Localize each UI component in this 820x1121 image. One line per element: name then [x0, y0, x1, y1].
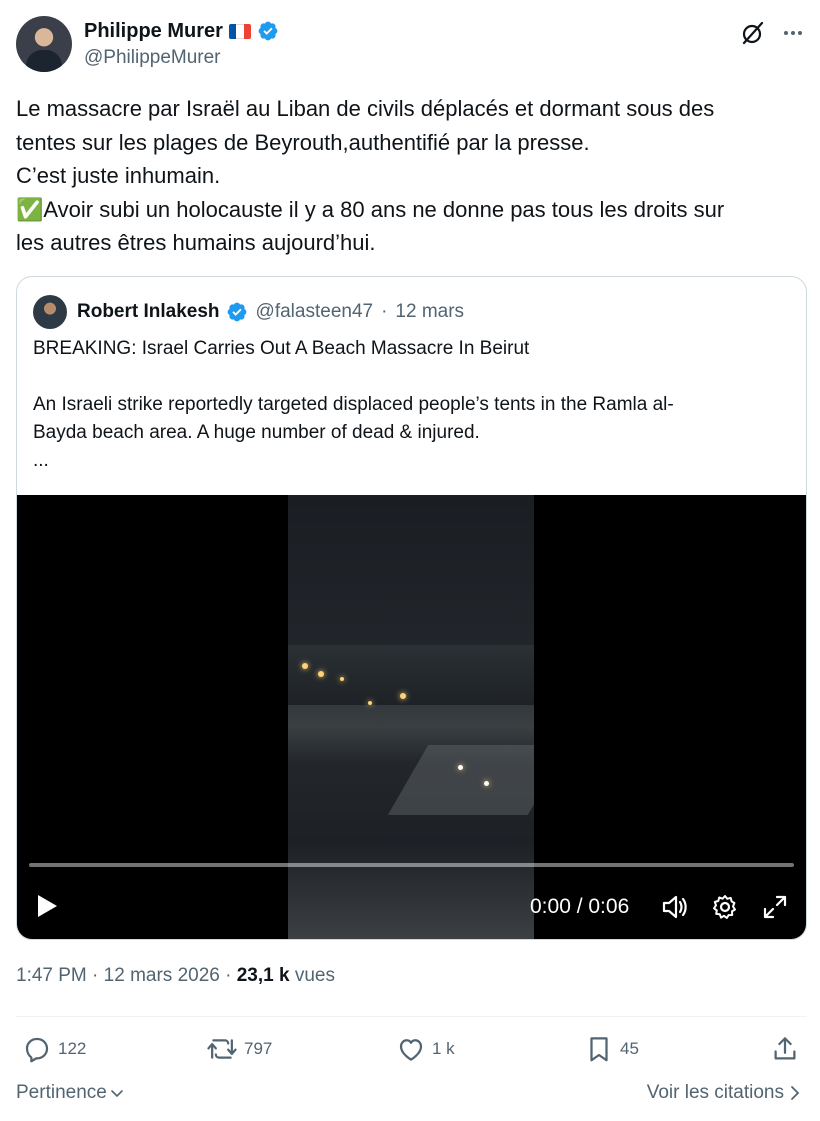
tweet-time[interactable]: 1:47 PM: [16, 965, 87, 986]
views-label: vues: [294, 965, 335, 986]
fullscreen-icon[interactable]: [761, 893, 789, 921]
share-icon: [774, 1037, 796, 1060]
action-bar: 122 797 1 k 45: [0, 1034, 820, 1066]
bookmark-count: 45: [620, 1039, 639, 1058]
quote-author-handle[interactable]: @falasteen47: [256, 301, 374, 323]
reply-button[interactable]: 122: [22, 1034, 86, 1064]
quote-separator: ·: [381, 301, 388, 322]
sort-label: Pertinence: [16, 1082, 107, 1103]
author-name[interactable]: Philippe Murer: [84, 20, 223, 43]
quoted-tweet[interactable]: Robert Inlakesh @falasteen47 · 12 mars B…: [16, 276, 807, 940]
heart-icon: [399, 1039, 423, 1061]
view-quotes-label: Voir les citations: [646, 1082, 784, 1103]
verified-badge-icon: [258, 21, 278, 41]
repost-count: 797: [244, 1039, 273, 1058]
video-player[interactable]: 0:00 / 0:06: [17, 495, 806, 939]
volume-icon[interactable]: [660, 893, 688, 921]
quote-avatar[interactable]: [33, 295, 67, 329]
meta-separator: ·: [92, 965, 99, 986]
verified-badge-icon: [227, 302, 246, 322]
like-button[interactable]: 1 k: [396, 1034, 455, 1064]
repost-icon: [207, 1039, 237, 1059]
meta-separator: ·: [225, 965, 232, 986]
like-count: 1 k: [432, 1039, 455, 1058]
video-frame: [288, 495, 534, 939]
bookmark-icon: [590, 1037, 608, 1062]
sort-dropdown[interactable]: Pertinence: [16, 1082, 125, 1104]
tweet-meta: 1:47 PM · 12 mars 2026 · 23,1 k vues: [16, 965, 335, 987]
author-block: Philippe Murer @PhilippeMurer: [84, 18, 279, 69]
view-quotes-link[interactable]: Voir les citations: [647, 1082, 802, 1104]
video-progress-bar[interactable]: [29, 863, 794, 867]
tweet-date[interactable]: 12 mars 2026: [104, 965, 220, 986]
bookmark-button[interactable]: 45: [584, 1034, 639, 1064]
chevron-right-icon: [791, 1086, 800, 1100]
share-button[interactable]: [770, 1034, 800, 1064]
grok-icon[interactable]: [740, 20, 766, 46]
more-icon[interactable]: [782, 22, 804, 44]
france-flag-icon: [228, 23, 251, 39]
chevron-down-icon: [111, 1090, 123, 1098]
author-handle[interactable]: @PhilippeMurer: [84, 47, 279, 69]
tweet-text: Le massacre par Israël au Liban de civil…: [16, 96, 725, 255]
views-count: 23,1 k: [236, 965, 290, 986]
video-time: 0:00 / 0:06: [530, 895, 630, 918]
settings-icon[interactable]: [711, 893, 739, 921]
reply-icon: [25, 1037, 49, 1063]
quote-text: BREAKING: Israel Carries Out A Beach Mas…: [33, 338, 674, 471]
divider: [16, 1016, 807, 1017]
reply-count: 122: [58, 1039, 87, 1058]
author-avatar[interactable]: [16, 16, 72, 72]
quote-date[interactable]: 12 mars: [395, 301, 464, 323]
repost-button[interactable]: 797: [206, 1034, 272, 1064]
quote-author-name[interactable]: Robert Inlakesh: [77, 301, 220, 323]
play-icon[interactable]: [35, 893, 59, 924]
